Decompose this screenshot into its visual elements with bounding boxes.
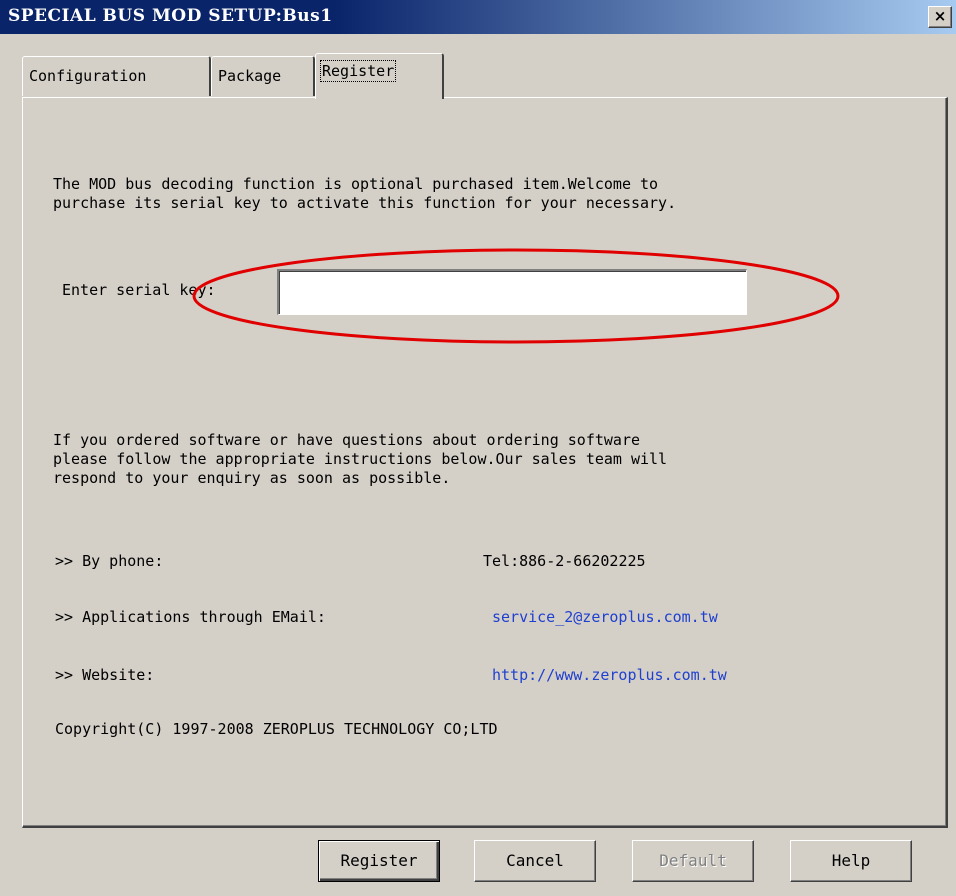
- website-link[interactable]: http://www.zeroplus.com.tw: [492, 666, 727, 685]
- tab-package[interactable]: Package: [211, 56, 315, 96]
- cancel-button[interactable]: Cancel: [474, 840, 596, 882]
- window-title: SPECIAL BUS MOD SETUP:Bus1: [8, 6, 333, 26]
- dialog-window: SPECIAL BUS MOD SETUP:Bus1 × Configurati…: [0, 0, 956, 896]
- serial-key-label: Enter serial key:: [62, 281, 216, 299]
- website-label: >> Website:: [55, 666, 155, 684]
- copyright-text: Copyright(C) 1997-2008 ZEROPLUS TECHNOLO…: [55, 720, 498, 738]
- email-link[interactable]: service_2@zeroplus.com.tw: [492, 608, 718, 627]
- tab-configuration[interactable]: Configuration: [22, 56, 211, 96]
- serial-key-input[interactable]: [277, 269, 747, 315]
- close-icon: ×: [933, 7, 947, 25]
- tab-register[interactable]: Register: [315, 53, 444, 99]
- close-button[interactable]: ×: [928, 6, 952, 28]
- register-button[interactable]: Register: [318, 840, 440, 882]
- phone-label: >> By phone:: [55, 552, 164, 570]
- tab-register-label: Register: [319, 60, 397, 82]
- tab-package-label: Package: [218, 67, 282, 85]
- help-button[interactable]: Help: [790, 840, 912, 882]
- email-label: >> Applications through EMail:: [55, 608, 326, 626]
- tab-configuration-label: Configuration: [29, 67, 147, 85]
- ordering-info-text: If you ordered software or have question…: [53, 431, 668, 487]
- title-bar[interactable]: SPECIAL BUS MOD SETUP:Bus1 ×: [0, 0, 956, 34]
- default-button[interactable]: Default: [632, 840, 754, 882]
- intro-text: The MOD bus decoding function is optiona…: [53, 175, 677, 212]
- phone-value: Tel:886-2-66202225: [483, 552, 646, 570]
